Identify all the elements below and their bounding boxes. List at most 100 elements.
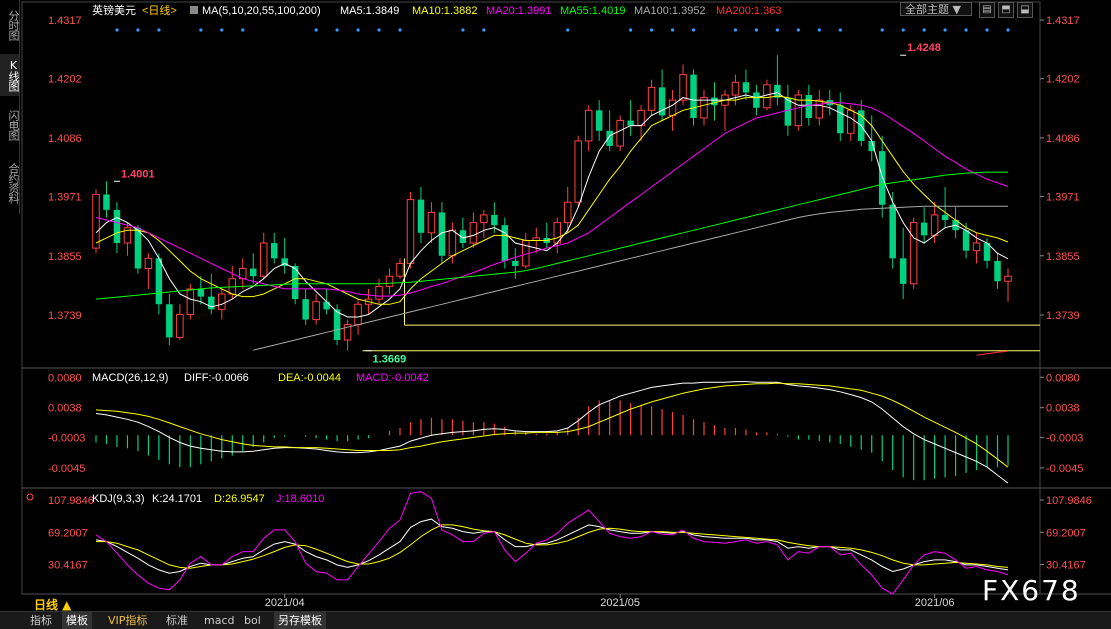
event-marker: [880, 28, 884, 32]
candle-body: [406, 199, 415, 264]
candle-body: [259, 242, 268, 277]
event-marker: [356, 28, 360, 32]
candle-body: [448, 229, 457, 257]
event-marker: [115, 28, 119, 32]
y-tick-label-right: 1.4317: [1046, 15, 1080, 27]
candle-body: [417, 199, 425, 233]
tab-vip-indicators[interactable]: VIP指标: [104, 612, 151, 629]
candle-body: [396, 262, 404, 277]
candle-body: [668, 99, 677, 116]
event-marker: [220, 28, 224, 32]
candle-body: [134, 227, 142, 269]
candle-body: [889, 204, 896, 259]
macd-y-tick-label-right: -0.0003: [1046, 432, 1083, 444]
candle-body: [711, 97, 718, 106]
candle-body: [354, 303, 362, 326]
candle-body: [731, 81, 740, 96]
candle-body: [627, 120, 634, 126]
candle-body: [962, 230, 970, 251]
candle-body: [92, 194, 100, 249]
candle-body: [103, 194, 110, 210]
tab-macd[interactable]: macd: [200, 612, 239, 629]
legend-ma-spec: MA(5,10,20,55,100,200): [202, 5, 321, 17]
candle-body: [427, 211, 436, 234]
candle-body: [501, 225, 509, 261]
price-annotation-high: 1.4248: [907, 42, 941, 54]
event-marker: [461, 28, 465, 32]
y-tick-label-left: 1.4317: [48, 15, 82, 27]
event-marker: [482, 28, 486, 32]
candle-body: [941, 214, 949, 221]
y-tick-label-left: 1.3739: [48, 310, 82, 322]
maximize-button[interactable]: ⬓: [1017, 2, 1033, 18]
candle-body: [166, 304, 173, 338]
candle-body: [312, 301, 320, 321]
event-marker: [964, 28, 968, 32]
macd-y-tick-label-left: -0.0045: [48, 463, 85, 475]
candle-body: [270, 243, 278, 259]
tab-standard[interactable]: 标准: [162, 612, 192, 629]
legend-ma-item: MA200:1.363: [716, 5, 781, 17]
restore-button[interactable]: ⬒: [998, 2, 1014, 18]
legend-swatch: [190, 6, 198, 14]
tab-templates[interactable]: 模板: [62, 612, 92, 629]
kdj-y-tick-label-right: 30.4167: [1046, 560, 1086, 572]
candle-body: [323, 301, 330, 310]
y-tick-label-left: 1.3855: [48, 251, 82, 263]
tab-indicators[interactable]: 指标: [26, 612, 56, 629]
candle-body: [994, 260, 1001, 282]
candle-body: [909, 222, 918, 285]
candle-body: [333, 309, 341, 340]
candle-body: [480, 214, 488, 224]
y-tick-label-left: 1.3971: [48, 192, 82, 204]
event-marker: [754, 28, 759, 32]
kdj-y-tick-label-left: 69.2007: [48, 527, 88, 539]
candle-body: [805, 95, 813, 118]
event-marker: [817, 28, 821, 32]
candle-body: [197, 288, 205, 297]
kdj-y-tick-label-left: 30.4167: [48, 560, 88, 572]
kdj-legend-item: K:24.1701: [152, 493, 202, 505]
candle-body: [302, 299, 309, 320]
candle-body: [375, 285, 383, 300]
macd-y-tick-label-left: -0.0003: [48, 432, 85, 444]
candle-body: [899, 258, 907, 284]
candle-body: [742, 82, 750, 93]
legend-period: <日线>: [142, 3, 177, 17]
event-marker: [629, 28, 633, 32]
theme-select[interactable]: 全部主题 ▼: [900, 2, 972, 16]
layout-button[interactable]: ▤: [979, 2, 995, 18]
candle-body: [920, 222, 928, 236]
chart-canvas[interactable]: 1.4317 1.4317 1.4202 1.4202 1.4086 1.4086 1.39…: [0, 0, 1111, 628]
event-marker: [901, 28, 905, 32]
chart-frame: [21, 1, 1041, 595]
event-marker: [943, 28, 947, 32]
candle-body: [847, 109, 855, 134]
tab-save-template[interactable]: 另存模板: [274, 612, 326, 629]
event-marker: [838, 28, 842, 32]
candle-body: [972, 242, 981, 252]
kdj-legend-item: J:18.6010: [276, 493, 324, 505]
macd-y-tick-label-right: -0.0045: [1046, 463, 1083, 475]
candle-body: [563, 201, 572, 224]
y-tick-label-right: 1.3739: [1046, 310, 1080, 322]
y-tick-label-right: 1.4202: [1046, 74, 1080, 86]
candle-body: [753, 92, 760, 108]
candle-body: [176, 313, 184, 338]
event-marker: [241, 28, 245, 32]
candle-body: [144, 257, 153, 270]
candle-body: [186, 288, 195, 315]
kdj-y-tick-label-right: 107.9846: [1046, 495, 1092, 507]
x-tick-label: 2021/04: [265, 597, 305, 609]
candle-body: [690, 74, 697, 118]
macd-legend-spec: MACD(26,12,9): [92, 372, 168, 384]
macd-legend-item: DIFF:-0.0066: [184, 372, 249, 384]
event-marker: [691, 28, 696, 32]
tab-bol[interactable]: bol: [240, 612, 265, 629]
candle-body: [837, 105, 844, 134]
event-marker: [775, 28, 779, 32]
candle-body: [218, 293, 226, 310]
candle-body: [469, 222, 478, 244]
kdj-legend-spec: KDJ(9,3,3): [92, 493, 145, 505]
price-annotation-high: 1.4001: [121, 168, 155, 180]
